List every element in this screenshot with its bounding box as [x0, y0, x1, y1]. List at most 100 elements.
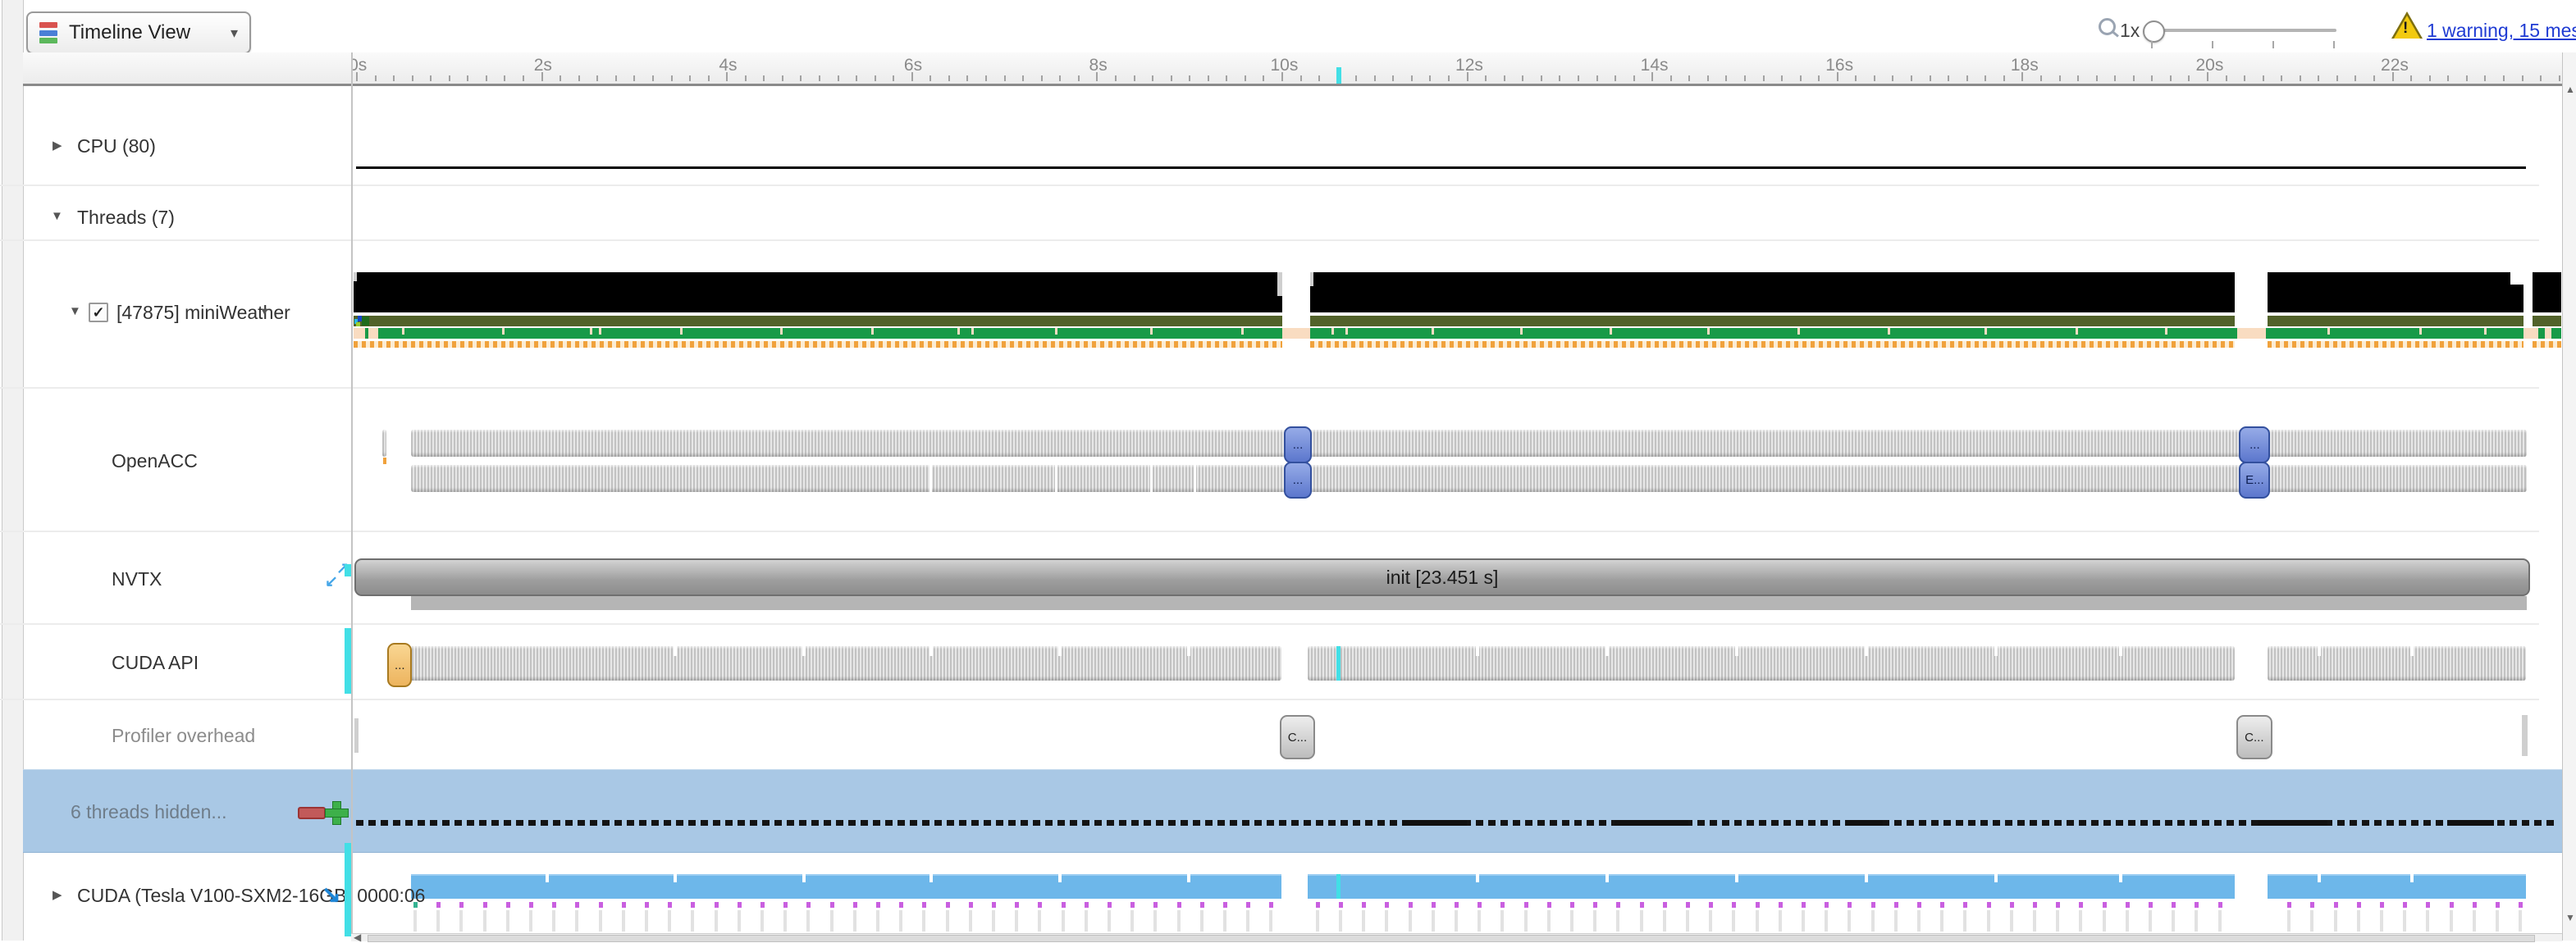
- thread-visibility-checkbox[interactable]: ✓: [89, 303, 108, 322]
- memory-op-marker[interactable]: [2126, 902, 2130, 908]
- expand-arrow-icon[interactable]: ▶: [53, 138, 62, 153]
- thread-state-bar[interactable]: [2533, 316, 2561, 326]
- cuda-kernel-bar[interactable]: [2268, 874, 2526, 899]
- collapsed-events-badge[interactable]: ...: [1284, 426, 1311, 463]
- memory-op-marker[interactable]: [1130, 902, 1135, 908]
- memory-op-marker[interactable]: [1409, 902, 1413, 908]
- warnings-messages-link[interactable]: 1 warning, 15 messages: [2427, 20, 2576, 42]
- sidebar-item-profiler[interactable]: Profiler overhead: [23, 719, 351, 752]
- memory-op-marker[interactable]: [2287, 902, 2291, 908]
- thread-blocked-segment[interactable]: [2523, 328, 2538, 339]
- memory-op-marker[interactable]: [1871, 902, 1875, 908]
- collapse-arrow-icon[interactable]: ▼: [69, 304, 81, 318]
- memory-op-marker[interactable]: [853, 902, 857, 908]
- memory-op-marker[interactable]: [1547, 902, 1551, 908]
- zoom-slider-track[interactable]: [2148, 29, 2336, 32]
- memory-op-marker[interactable]: [1709, 902, 1713, 908]
- view-selector-dropdown[interactable]: Timeline View ▾: [26, 11, 251, 54]
- sidebar-item-threads[interactable]: ▼Threads (7): [23, 201, 351, 234]
- vertical-scrollbar[interactable]: ▲ ▼: [2562, 52, 2576, 941]
- cuda-api-calls-bar[interactable]: [409, 646, 1281, 681]
- nvtx-range-echo[interactable]: [411, 596, 2528, 610]
- timeline-ruler[interactable]: 0s2s4s6s8s10s12s14s16s18s20s22s: [351, 52, 2562, 84]
- memory-op-marker[interactable]: [2496, 902, 2500, 908]
- memory-op-marker[interactable]: [2079, 902, 2083, 908]
- thread-state-bar[interactable]: [354, 316, 1283, 326]
- sidebar-item-openacc[interactable]: OpenACC: [23, 444, 351, 477]
- memory-op-marker[interactable]: [1339, 902, 1343, 908]
- memory-op-marker[interactable]: [599, 902, 603, 908]
- memory-op-marker[interactable]: [1640, 902, 1644, 908]
- memory-op-marker[interactable]: [575, 902, 579, 908]
- memory-op-marker[interactable]: [2450, 902, 2454, 908]
- thread-api-density-bar[interactable]: [1310, 341, 2235, 348]
- memory-op-marker[interactable]: [483, 902, 487, 908]
- memory-op-marker[interactable]: [1432, 902, 1436, 908]
- memory-op-marker[interactable]: [645, 902, 649, 908]
- panel-splitter-gutter[interactable]: [2, 0, 24, 941]
- memory-op-marker[interactable]: [876, 902, 880, 908]
- memory-op-marker[interactable]: [1732, 902, 1736, 908]
- timeline-canvas[interactable]: .........E...init [23.451 s]...C...C...: [351, 84, 2562, 933]
- cuda-kernel-bar[interactable]: [411, 874, 1281, 899]
- memory-op-marker[interactable]: [1269, 902, 1273, 908]
- memory-op-marker[interactable]: [899, 902, 903, 908]
- memory-op-marker[interactable]: [1362, 902, 1366, 908]
- zoom-slider-handle[interactable]: [2143, 20, 2165, 43]
- memory-op-marker[interactable]: [1085, 902, 1089, 908]
- memory-op-marker[interactable]: [2195, 902, 2199, 908]
- thread-api-density-bar[interactable]: [2268, 341, 2523, 348]
- memory-op-marker[interactable]: [738, 902, 742, 908]
- memory-op-marker[interactable]: [1802, 902, 1806, 908]
- memory-op-marker[interactable]: [1917, 902, 1921, 908]
- memory-op-marker[interactable]: [506, 902, 510, 908]
- memory-op-marker[interactable]: [946, 902, 950, 908]
- memory-op-marker[interactable]: [1940, 902, 1944, 908]
- memory-op-marker[interactable]: [2033, 902, 2037, 908]
- memory-op-marker[interactable]: [1963, 902, 1967, 908]
- sidebar-timeline-divider[interactable]: [351, 52, 353, 933]
- memory-op-marker[interactable]: [760, 902, 765, 908]
- thread-state-bar[interactable]: [2268, 316, 2523, 326]
- memory-op-marker[interactable]: [2149, 902, 2153, 908]
- collapsed-api-calls-badge[interactable]: ...: [387, 643, 412, 687]
- sidebar-item-cuda-device[interactable]: ▶CUDA (Tesla V100-SXM2-16GB, 0000:06↘: [23, 879, 351, 912]
- cuda-api-calls-bar[interactable]: [2268, 646, 2526, 681]
- memory-op-marker[interactable]: [622, 902, 626, 908]
- memory-op-marker[interactable]: [668, 902, 672, 908]
- thread-blocked-segment[interactable]: [1282, 328, 1310, 339]
- memory-op-marker[interactable]: [1316, 902, 1320, 908]
- memory-op-marker[interactable]: [1385, 902, 1389, 908]
- memory-op-marker[interactable]: [1108, 902, 1112, 908]
- memory-op-marker[interactable]: [830, 902, 834, 908]
- thread-sampling-bar[interactable]: [1310, 272, 2235, 312]
- thread-state-bar[interactable]: [1310, 316, 2235, 326]
- memory-op-marker[interactable]: [806, 902, 811, 908]
- thread-sampling-bar[interactable]: [354, 272, 1283, 312]
- memory-op-marker[interactable]: [992, 902, 996, 908]
- memory-op-marker[interactable]: [1038, 902, 1042, 908]
- memory-op-marker[interactable]: [1686, 902, 1690, 908]
- memory-op-marker[interactable]: [1455, 902, 1459, 908]
- memory-op-marker[interactable]: [2172, 902, 2176, 908]
- collapse-arrow-icon[interactable]: ▼: [51, 209, 63, 223]
- openacc-event[interactable]: [382, 430, 387, 457]
- memory-op-marker[interactable]: [969, 902, 973, 908]
- memory-op-marker[interactable]: [1200, 902, 1204, 908]
- memory-op-marker[interactable]: [1570, 902, 1574, 908]
- memory-op-marker[interactable]: [1756, 902, 1760, 908]
- nvtx-range-init[interactable]: init [23.451 s]: [354, 558, 2531, 596]
- memory-op-marker[interactable]: [1987, 902, 1991, 908]
- scroll-left-icon[interactable]: ◀: [354, 932, 361, 943]
- thread-sampling-bar[interactable]: [2533, 272, 2561, 312]
- thread-blocked-segment[interactable]: [2545, 328, 2551, 339]
- memory-op-marker[interactable]: [2357, 902, 2361, 908]
- sidebar-item-cuda-api[interactable]: CUDA API: [23, 646, 351, 679]
- horizontal-scrollbar-thumb[interactable]: [368, 935, 2535, 942]
- memory-op-marker[interactable]: [1593, 902, 1597, 908]
- openacc-events-bar[interactable]: [411, 465, 2528, 492]
- memory-op-marker[interactable]: [1616, 902, 1620, 908]
- memory-op-marker[interactable]: [2473, 902, 2477, 908]
- memory-op-marker[interactable]: [715, 902, 719, 908]
- sidebar-item-nvtx[interactable]: NVTX↗↙: [23, 563, 351, 595]
